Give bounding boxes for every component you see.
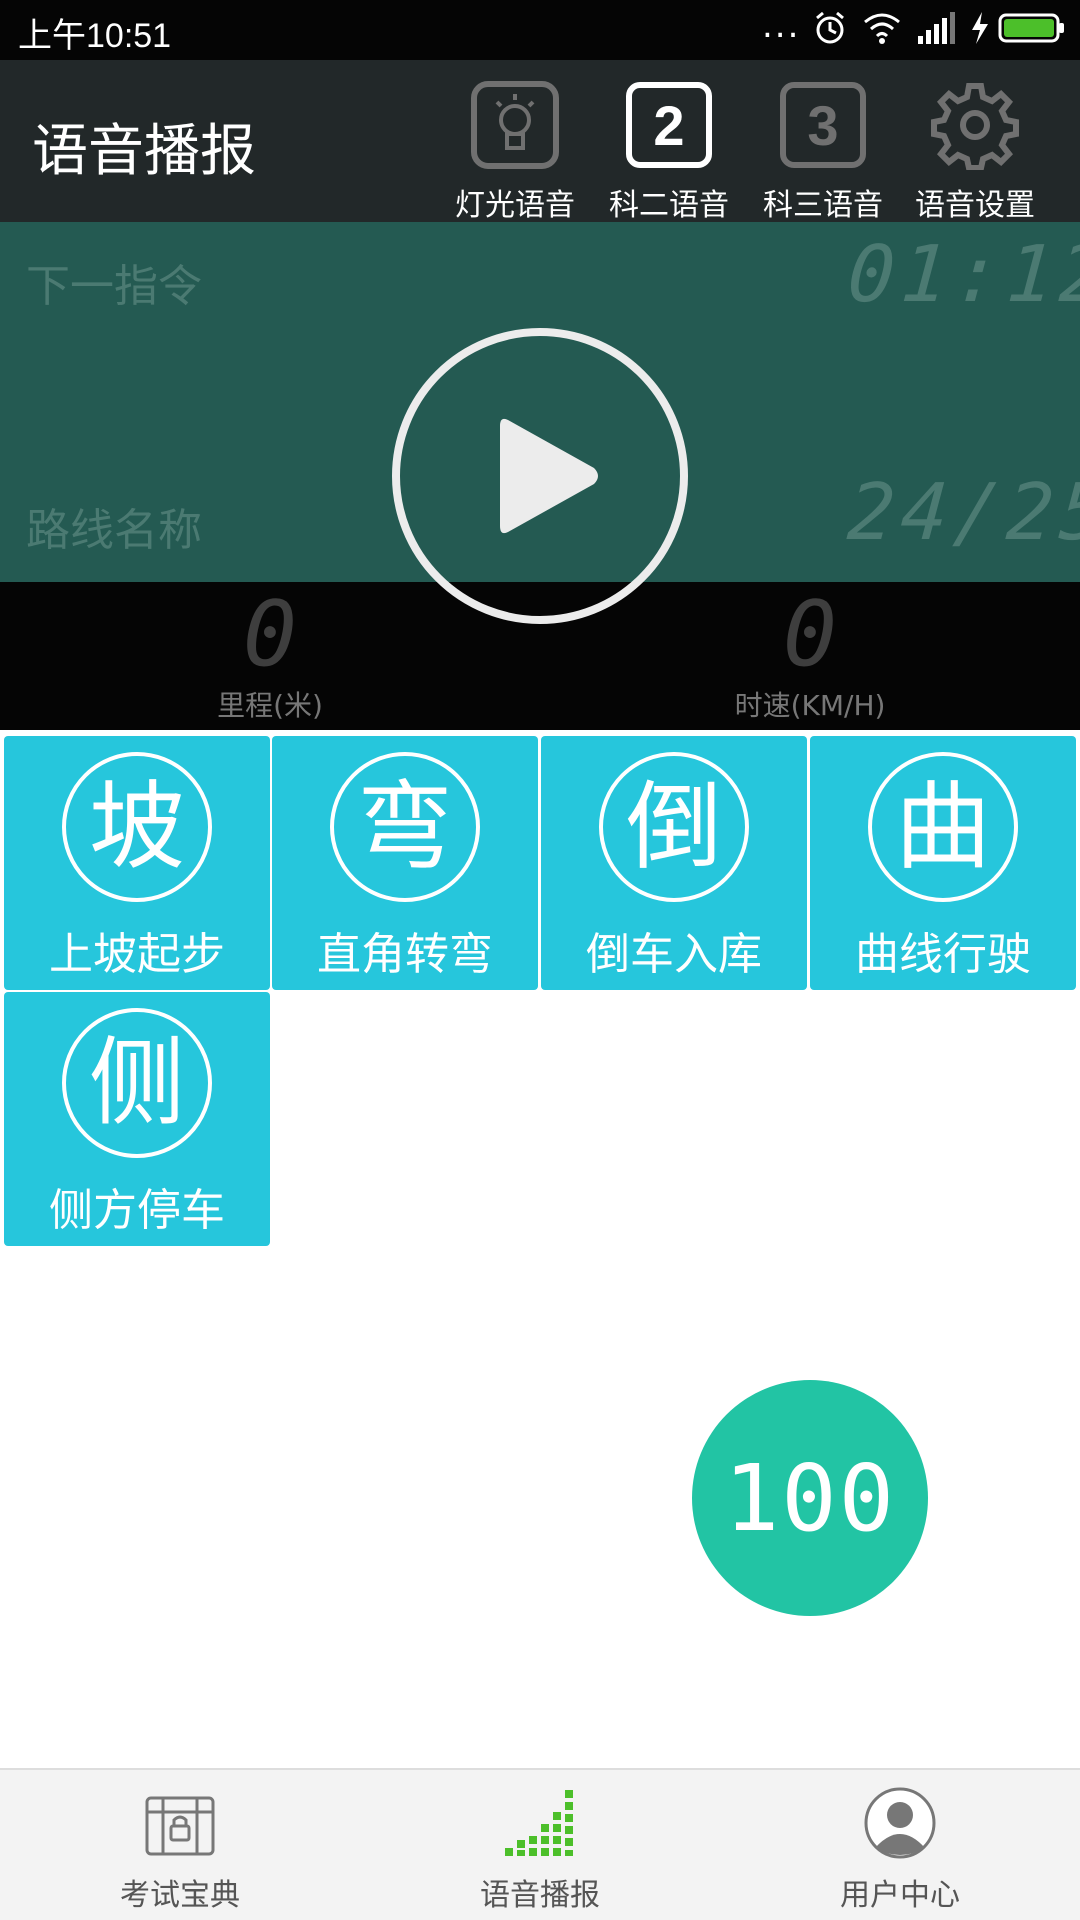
number-2-icon: 2 xyxy=(626,82,712,168)
speed-unit-label: 时速(KM/H) xyxy=(734,689,886,722)
page-title: 语音播报 xyxy=(32,119,256,184)
equalizer-icon xyxy=(505,1790,573,1856)
tile-label: 上坡起步 xyxy=(49,929,225,980)
subject-two-voice-label: 科二语音 xyxy=(609,188,729,223)
gear-icon xyxy=(931,83,1019,170)
play-icon xyxy=(500,418,598,534)
next-command-label: 下一指令 xyxy=(26,261,202,312)
tile-right-angle-turn[interactable]: 弯 直角转弯 xyxy=(272,736,538,990)
play-button[interactable] xyxy=(390,326,690,626)
reverse-char-icon: 倒 xyxy=(599,752,749,902)
curve-char-icon: 曲 xyxy=(868,752,1018,902)
route-progress-display: 24/25 xyxy=(844,468,1080,558)
tile-label: 倒车入库 xyxy=(586,929,762,980)
nav-user-center-label: 用户中心 xyxy=(840,1878,960,1913)
user-avatar-icon xyxy=(864,1787,936,1859)
subject-two-voice-button[interactable]: 2 科二语音 xyxy=(594,70,744,223)
more-dots-icon: ... xyxy=(762,6,801,46)
speed-value: 0 xyxy=(782,582,838,687)
app-header: 语音播报 灯光语音 2 科二语音 3 科三语音 语音设置 xyxy=(0,60,1080,223)
light-voice-label: 灯光语音 xyxy=(455,188,575,223)
distance-unit-label: 里程(米) xyxy=(217,689,323,722)
nav-exam-guide-label: 考试宝典 xyxy=(120,1878,240,1913)
route-name-label: 路线名称 xyxy=(26,505,202,556)
nav-voice-broadcast-label: 语音播报 xyxy=(480,1878,600,1913)
nav-exam-guide[interactable]: 考试宝典 xyxy=(0,1770,360,1920)
subject-three-voice-label: 科三语音 xyxy=(763,188,883,223)
subject-three-voice-button[interactable]: 3 科三语音 xyxy=(748,70,898,223)
number-3-icon: 3 xyxy=(780,82,866,168)
signal-icon xyxy=(918,12,955,44)
tile-curve-driving[interactable]: 曲 曲线行驶 xyxy=(810,736,1076,990)
score-button[interactable]: 100 xyxy=(692,1380,928,1616)
wifi-icon xyxy=(864,13,900,44)
status-time: 上午10:51 xyxy=(18,17,172,55)
side-char-icon: 侧 xyxy=(62,1008,212,1158)
nav-user-center[interactable]: 用户中心 xyxy=(720,1770,1080,1920)
lock-box-icon xyxy=(145,1796,215,1856)
tile-label: 侧方停车 xyxy=(49,1185,225,1236)
tile-label: 直角转弯 xyxy=(317,929,493,980)
tile-reverse-parking[interactable]: 倒 倒车入库 xyxy=(541,736,807,990)
voice-settings-button[interactable]: 语音设置 xyxy=(900,70,1050,223)
distance-value: 0 xyxy=(242,582,298,687)
tile-label: 曲线行驶 xyxy=(855,929,1031,980)
charging-icon xyxy=(972,12,988,44)
status-bar: 上午10:51 ... xyxy=(0,0,1080,60)
battery-icon xyxy=(998,13,1064,43)
tile-uphill-start[interactable]: 坡 上坡起步 xyxy=(4,736,270,990)
bottom-nav: 考试宝典 语音播报 用户中心 xyxy=(0,1768,1080,1920)
alarm-icon xyxy=(816,11,844,44)
uphill-char-icon: 坡 xyxy=(62,752,212,902)
tile-side-parking[interactable]: 侧 侧方停车 xyxy=(4,992,270,1246)
light-voice-button[interactable]: 灯光语音 xyxy=(440,70,590,223)
voice-settings-label: 语音设置 xyxy=(915,188,1035,223)
timer-display: 01:12 xyxy=(844,230,1080,320)
nav-voice-broadcast[interactable]: 语音播报 xyxy=(360,1770,720,1920)
bulb-icon xyxy=(471,81,559,169)
turn-char-icon: 弯 xyxy=(330,752,480,902)
